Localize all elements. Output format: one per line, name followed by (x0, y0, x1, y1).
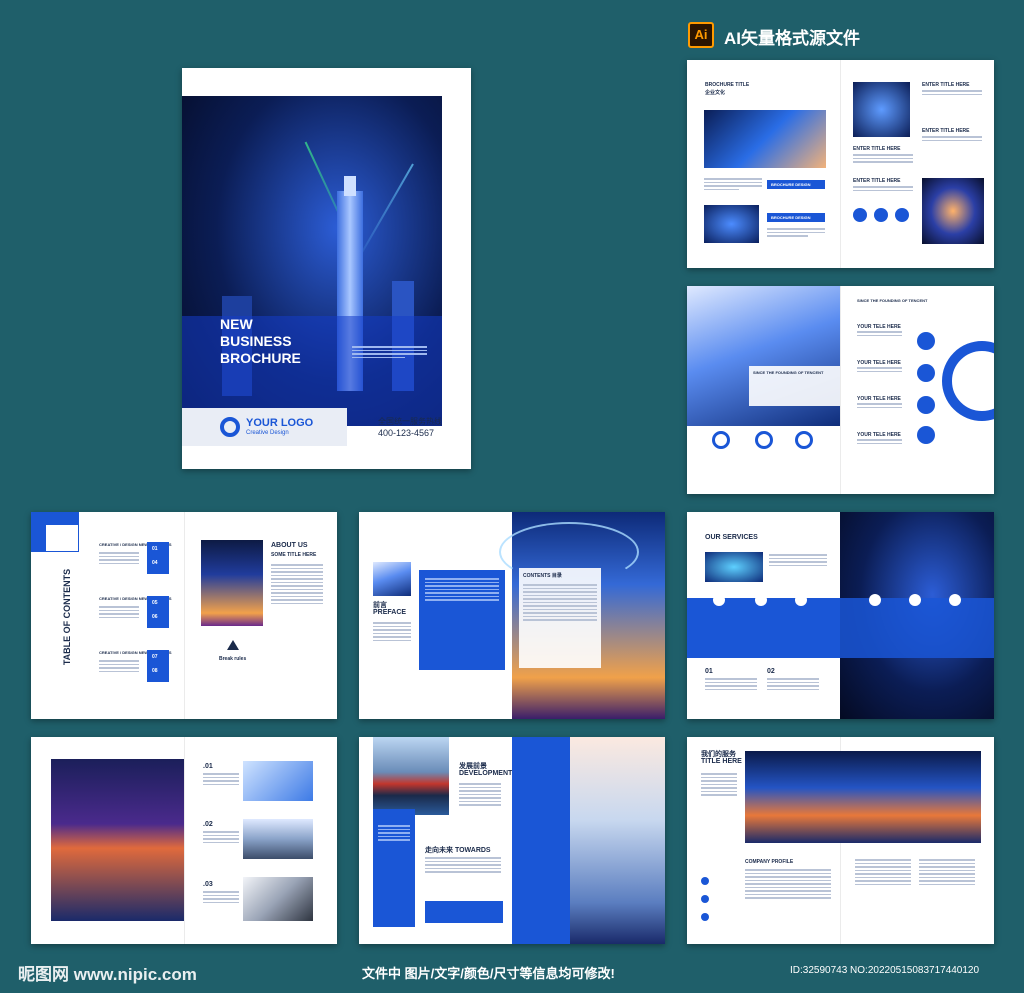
contents-about: ABOUT US (271, 542, 308, 549)
gallery-photo-3 (243, 877, 313, 921)
ourservice-photo (745, 751, 981, 843)
spread1-enter-title-2: ENTER TITLE HERE (922, 128, 970, 134)
services-n1: 01 (705, 668, 713, 675)
ai-icon: Ai (688, 22, 714, 48)
spread-preface: 前言 PREFACE CONTENTS 目录 (359, 512, 665, 719)
gallery-n2: .02 (203, 821, 213, 828)
gallery-n1: .01 (203, 763, 213, 770)
preface-en: PREFACE (373, 609, 407, 616)
dev-towards: 走向未来 TOWARDS (425, 847, 491, 854)
spread1-photo-1 (704, 110, 826, 168)
spread-brochure-title: BROCHURE TITLE 企业文化 BROCHURE DESIGN BROC… (687, 60, 994, 268)
hotline-label: 全国统一服务热线 (378, 417, 442, 426)
dev-icons-bar (425, 901, 503, 923)
spread2-since-left: SINCE THE FOUNDING OF TENCENT (753, 370, 824, 375)
dev-en: DEVELOPMENT (459, 770, 513, 777)
preface-contents-title: CONTENTS 目录 (523, 573, 562, 579)
ai-badge-text: Ai (694, 27, 708, 42)
spread2-icon-c (795, 431, 813, 449)
contents-sec2-num: 05 06 (147, 596, 169, 628)
spread1-photo-2 (704, 205, 759, 243)
cover-title-line-3: BROCHURE (220, 350, 301, 366)
spread2-tele-2: YOUR TELE HERE (857, 360, 901, 366)
watermark-footer: 昵图网 www.nipic.com 文件中 图片/文字/颜色/尺寸等信息均可修改… (0, 955, 1024, 993)
ourservice-en: TITLE HERE (701, 758, 742, 765)
preface-contents-box: CONTENTS 目录 (519, 568, 601, 668)
spread-contents: TABLE OF CONTENTS CREATIVE / DESIGN NEW … (31, 512, 337, 719)
spread2-dot-3 (917, 396, 935, 414)
spread1-icon-2 (874, 208, 888, 222)
cover-intro-text (352, 346, 427, 360)
services-title: OUR SERVICES (705, 534, 758, 541)
services-band (687, 598, 840, 658)
spread2-icon-b (755, 431, 773, 449)
dev-blue-panel (373, 809, 415, 927)
logo-sub: Creative Design (246, 430, 289, 436)
contents-about-sub: SOME TITLE HERE (271, 552, 317, 558)
gallery-city-photo (51, 759, 184, 921)
contents-photo (201, 540, 263, 626)
preface-photo (373, 562, 411, 596)
spread2-tele-4: YOUR TELE HERE (857, 432, 901, 438)
spread1-enter-title-4: ENTER TITLE HERE (853, 178, 901, 184)
spread1-title: BROCHURE TITLE (705, 82, 750, 88)
hotline-number: 400-123-4567 (378, 428, 435, 438)
footer-site: 昵图网 www.nipic.com (18, 965, 197, 984)
spread1-btn-2: BROCHURE DESIGN (767, 213, 825, 222)
logo-text: YOUR LOGO (246, 417, 314, 429)
cover-logo-bar: YOUR LOGO Creative Design (182, 408, 347, 446)
spread-services: OUR SERVICES 01 02 (687, 512, 994, 719)
spread-gallery: .01 .02 .03 (31, 737, 337, 944)
spread1-enter-title-1: ENTER TITLE HERE (922, 82, 970, 88)
footer-note: 文件中 图片/文字/颜色/尺寸等信息均可修改! (362, 966, 615, 981)
spread2-ring (942, 341, 994, 421)
services-n2: 02 (767, 668, 775, 675)
dev-skyline-photo (570, 737, 665, 944)
logo-icon (220, 417, 240, 437)
contents-sec1-num: 01 04 (147, 542, 169, 574)
contents-break: Break rules (219, 656, 247, 662)
spread-tencent: SINCE THE FOUNDING OF TENCENT SINCE THE … (687, 286, 994, 494)
contents-sec3-num: 07 08 (147, 650, 169, 682)
spread1-subtitle: 企业文化 (705, 90, 726, 96)
cover-title: NEW BUSINESS BROCHURE (220, 316, 301, 367)
spread2-since-right: SINCE THE FOUNDING OF TENCENT (857, 298, 928, 303)
gallery-n3: .03 (203, 881, 213, 888)
footer-id: ID:32590743 NO:20220515083717440120 (790, 965, 980, 976)
gallery-photo-2 (243, 819, 313, 859)
cover-title-line-2: BUSINESS (220, 333, 292, 349)
spread2-tele-1: YOUR TELE HERE (857, 324, 901, 330)
contents-title: TABLE OF CONTENTS (62, 568, 73, 666)
preface-blue-panel (419, 570, 505, 670)
gallery-photo-1 (243, 761, 313, 801)
services-photo (705, 552, 763, 582)
cover-city-photo: NEW BUSINESS BROCHURE (182, 96, 442, 426)
spread2-icon-a (712, 431, 730, 449)
cover-title-line-1: NEW (220, 316, 253, 332)
header-title: AI矢量格式源文件 (724, 29, 860, 48)
spread1-btn-1: BROCHURE DESIGN (767, 180, 825, 189)
ourservice-profile: COMPANY PROFILE (745, 859, 794, 865)
spread-our-service: 我们的服务 TITLE HERE COMPANY PROFILE (687, 737, 994, 944)
dev-right-column (512, 737, 570, 944)
spread1-photo-4 (922, 178, 984, 244)
spread2-dot-1 (917, 332, 935, 350)
spread1-icon-3 (895, 208, 909, 222)
spread2-tele-3: YOUR TELE HERE (857, 396, 901, 402)
spread1-photo-3 (853, 82, 910, 137)
spread-development: 发展前景 DEVELOPMENT 走向未来 TOWARDS (359, 737, 665, 944)
spread2-dot-4 (917, 426, 935, 444)
spread1-icon-1 (853, 208, 867, 222)
spread1-enter-title-3: ENTER TITLE HERE (853, 146, 901, 152)
spread2-dot-2 (917, 364, 935, 382)
dev-ship-photo (373, 737, 449, 815)
triangle-icon (227, 640, 239, 650)
cover-page: NEW BUSINESS BROCHURE YOUR LOGO Creative… (182, 68, 471, 469)
